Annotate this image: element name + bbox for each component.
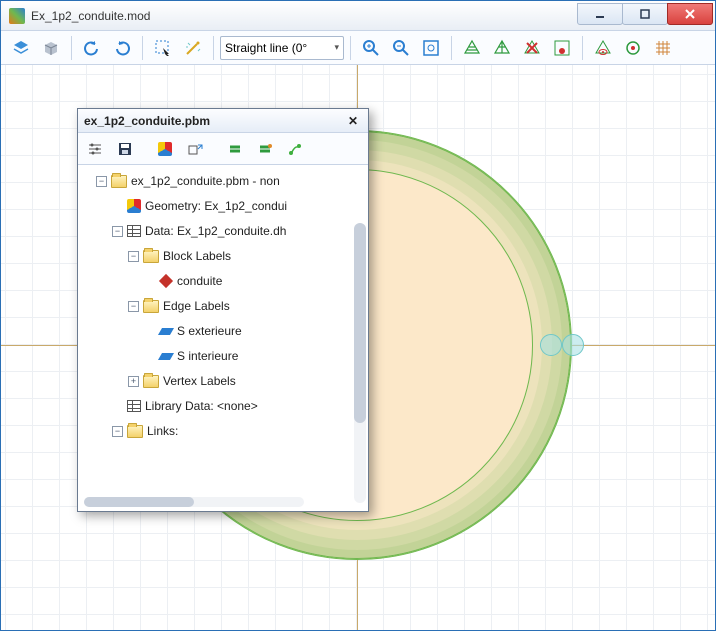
grid-toggle-icon[interactable] bbox=[649, 34, 677, 62]
tree-label: Edge Labels bbox=[163, 299, 230, 313]
tree-block-item[interactable]: conduite bbox=[82, 271, 364, 291]
cube-icon[interactable] bbox=[37, 34, 65, 62]
expand-icon[interactable]: + bbox=[128, 376, 139, 387]
panel-titlebar[interactable]: ex_1p2_conduite.pbm ✕ bbox=[78, 109, 368, 133]
app-icon bbox=[9, 8, 25, 24]
panel-close-icon[interactable]: ✕ bbox=[344, 112, 362, 130]
folder-icon bbox=[111, 175, 127, 188]
folder-icon bbox=[143, 375, 159, 388]
tree-links[interactable]: − Links: bbox=[82, 421, 364, 441]
minimize-button[interactable] bbox=[577, 3, 623, 25]
mesh-eye-icon[interactable] bbox=[589, 34, 617, 62]
spacer bbox=[144, 351, 155, 362]
mesh-create-icon[interactable] bbox=[458, 34, 486, 62]
tree-label: ex_1p2_conduite.pbm - non bbox=[131, 174, 280, 188]
target-icon[interactable] bbox=[619, 34, 647, 62]
panel-toolbar bbox=[78, 133, 368, 165]
window-buttons bbox=[578, 3, 713, 25]
select-rect-icon[interactable] bbox=[149, 34, 177, 62]
tree-label: S interieure bbox=[177, 349, 238, 363]
tree-library[interactable]: Library Data: <none> bbox=[82, 396, 364, 416]
panel-horizontal-scrollbar[interactable] bbox=[84, 497, 304, 507]
equals-green-icon[interactable] bbox=[222, 136, 248, 162]
tree-root[interactable]: − ex_1p2_conduite.pbm - non bbox=[82, 171, 364, 191]
collapse-icon[interactable]: − bbox=[112, 226, 123, 237]
tree-label: S exterieure bbox=[177, 324, 242, 338]
zoom-in-icon[interactable] bbox=[357, 34, 385, 62]
edge-icon bbox=[158, 353, 174, 360]
folder-icon bbox=[143, 300, 159, 313]
toolbar-separator bbox=[582, 36, 583, 60]
spacer bbox=[144, 276, 155, 287]
collapse-icon[interactable]: − bbox=[128, 301, 139, 312]
tree-label: Geometry: Ex_1p2_condui bbox=[145, 199, 287, 213]
mesh-delete-icon[interactable] bbox=[518, 34, 546, 62]
window-title: Ex_1p2_conduite.mod bbox=[31, 9, 578, 23]
scrollbar-thumb[interactable] bbox=[354, 223, 366, 423]
toolbar-separator bbox=[142, 36, 143, 60]
mesh-refine-icon[interactable] bbox=[488, 34, 516, 62]
maximize-button[interactable] bbox=[622, 3, 668, 25]
project-tree[interactable]: − ex_1p2_conduite.pbm - non Geometry: Ex… bbox=[78, 165, 368, 511]
tree-vertex-labels[interactable]: + Vertex Labels bbox=[82, 371, 364, 391]
folder-icon bbox=[143, 250, 159, 263]
settings-icon[interactable] bbox=[82, 136, 108, 162]
layers-icon[interactable] bbox=[7, 34, 35, 62]
tree-block-labels[interactable]: − Block Labels bbox=[82, 246, 364, 266]
spacer bbox=[112, 201, 123, 212]
transform-icon[interactable] bbox=[182, 136, 208, 162]
toolbar-separator bbox=[213, 36, 214, 60]
vertex-node[interactable] bbox=[540, 334, 562, 356]
main-toolbar: Straight line (0° ▾ bbox=[1, 31, 715, 65]
collapse-icon[interactable]: − bbox=[128, 251, 139, 262]
collapse-icon[interactable]: − bbox=[96, 176, 107, 187]
project-panel: ex_1p2_conduite.pbm ✕ − ex_1p2_conduite.… bbox=[77, 108, 369, 512]
panel-title-text: ex_1p2_conduite.pbm bbox=[84, 114, 210, 128]
redo-icon[interactable] bbox=[108, 34, 136, 62]
toolbar-separator bbox=[71, 36, 72, 60]
block-icon bbox=[159, 274, 173, 288]
spacer bbox=[144, 326, 155, 337]
tree-label: Block Labels bbox=[163, 249, 231, 263]
equals-orange-icon[interactable] bbox=[252, 136, 278, 162]
collapse-icon[interactable]: − bbox=[112, 426, 123, 437]
title-bar: Ex_1p2_conduite.mod bbox=[1, 1, 715, 31]
shapes-icon[interactable] bbox=[152, 136, 178, 162]
zoom-fit-icon[interactable] bbox=[417, 34, 445, 62]
tree-data[interactable]: − Data: Ex_1p2_conduite.dh bbox=[82, 221, 364, 241]
vertex-node[interactable] bbox=[562, 334, 584, 356]
tree-edge-item[interactable]: S exterieure bbox=[82, 321, 364, 341]
folder-icon bbox=[127, 425, 143, 438]
close-button[interactable] bbox=[667, 3, 713, 25]
save-icon[interactable] bbox=[112, 136, 138, 162]
table-icon bbox=[127, 225, 141, 237]
tree-label: Links: bbox=[147, 424, 178, 438]
spacer bbox=[112, 401, 123, 412]
line-type-label: Straight line (0° bbox=[225, 41, 307, 55]
zoom-out-icon[interactable] bbox=[387, 34, 415, 62]
geometry-icon bbox=[127, 199, 141, 213]
mesh-view-icon[interactable] bbox=[548, 34, 576, 62]
graph-icon[interactable] bbox=[282, 136, 308, 162]
tree-geometry[interactable]: Geometry: Ex_1p2_condui bbox=[82, 196, 364, 216]
line-type-dropdown[interactable]: Straight line (0° ▾ bbox=[220, 36, 344, 60]
tree-edge-item[interactable]: S interieure bbox=[82, 346, 364, 366]
toolbar-separator bbox=[451, 36, 452, 60]
tree-label: Vertex Labels bbox=[163, 374, 236, 388]
tree-edge-labels[interactable]: − Edge Labels bbox=[82, 296, 364, 316]
tree-label: conduite bbox=[177, 274, 222, 288]
undo-icon[interactable] bbox=[78, 34, 106, 62]
tree-label: Data: Ex_1p2_conduite.dh bbox=[145, 224, 286, 238]
toolbar-separator bbox=[350, 36, 351, 60]
edge-icon bbox=[158, 328, 174, 335]
scrollbar-thumb[interactable] bbox=[84, 497, 194, 507]
table-icon bbox=[127, 400, 141, 412]
panel-vertical-scrollbar[interactable] bbox=[354, 223, 366, 503]
chevron-down-icon: ▾ bbox=[334, 42, 339, 53]
magic-tool-icon[interactable] bbox=[179, 34, 207, 62]
tree-label: Library Data: <none> bbox=[145, 399, 258, 413]
